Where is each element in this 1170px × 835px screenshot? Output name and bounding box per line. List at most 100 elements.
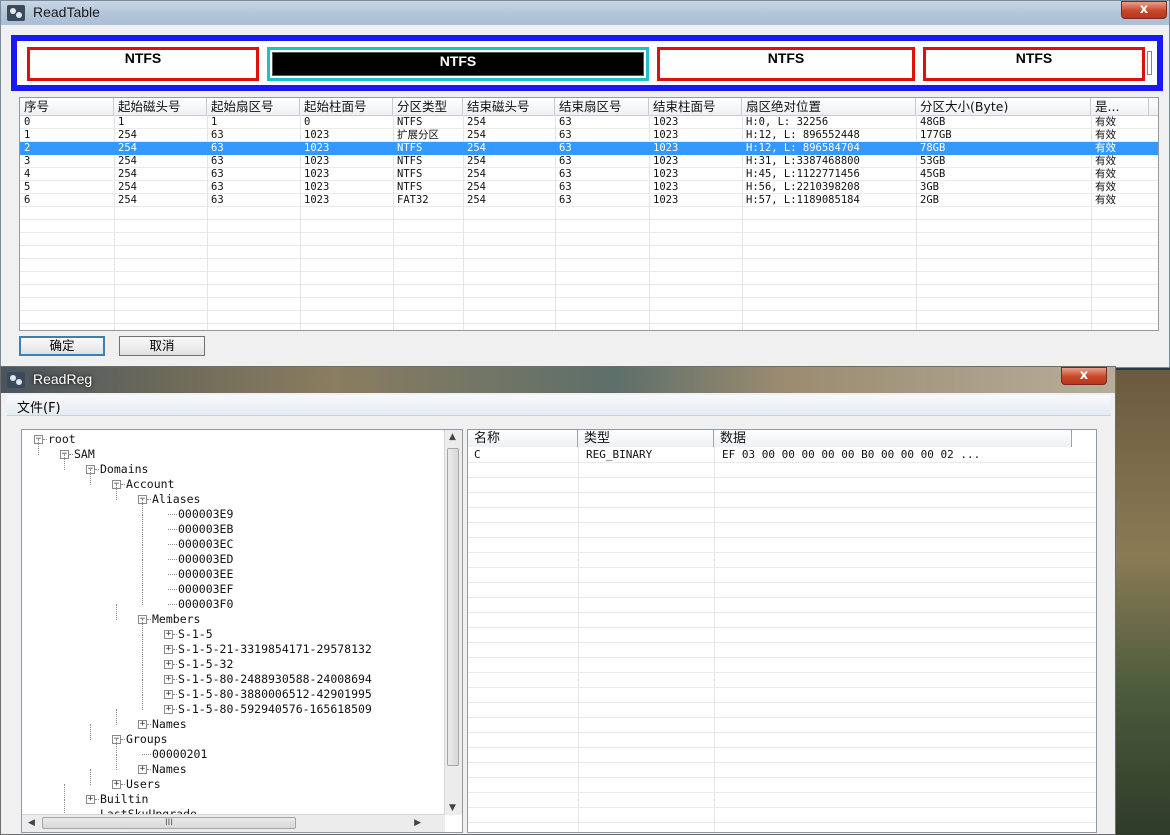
expand-toggle-icon[interactable]: +: [164, 690, 173, 699]
table-cell: 有效: [1095, 194, 1116, 206]
column-header[interactable]: 分区类型: [393, 98, 463, 115]
tree-node[interactable]: root: [48, 432, 76, 447]
table-row[interactable]: 5 254 63 1023 NTFS 254 63 1023 H:56, L:221039820…: [20, 181, 1158, 194]
scroll-right-arrow-icon[interactable]: ▶: [414, 818, 421, 828]
scroll-up-arrow-icon[interactable]: ▲: [449, 432, 456, 442]
expand-toggle-icon[interactable]: +: [164, 660, 173, 669]
table-row[interactable]: 3 254 63 1023 NTFS 254 63 1023 H:31, L:338746880…: [20, 155, 1158, 168]
registry-tree[interactable]: − root − SAM − Domains − Account − Aliases 000003E…: [21, 429, 463, 833]
tree-node[interactable]: 000003EB: [178, 522, 233, 537]
column-header[interactable]: 起始磁头号: [114, 98, 207, 115]
partition-block[interactable]: NTFS: [27, 47, 259, 81]
tree-node[interactable]: 000003E9: [178, 507, 233, 522]
partition-block[interactable]: NTFS: [923, 47, 1145, 81]
readreg-titlebar[interactable]: ReadReg x: [1, 367, 1115, 393]
table-cell: 63: [559, 129, 572, 141]
table-row[interactable]: 2 254 63 1023 NTFS 254 63 1023 H:12, L: 89658470…: [20, 142, 1158, 155]
tree-node[interactable]: 000003EC: [178, 537, 233, 552]
close-button[interactable]: x: [1061, 367, 1107, 385]
scroll-thumb[interactable]: III: [42, 817, 296, 829]
tree-connector: [168, 604, 177, 606]
close-button[interactable]: x: [1121, 1, 1167, 19]
tree-connector: [142, 544, 144, 560]
column-header[interactable]: 起始柱面号: [300, 98, 393, 115]
tree-node[interactable]: Groups: [126, 732, 168, 747]
tree-connector: [142, 619, 144, 635]
list-cell[interactable]: C: [474, 448, 481, 462]
menu-file[interactable]: 文件(F): [17, 397, 61, 416]
table-cell: 1: [24, 129, 31, 141]
tree-node[interactable]: S-1-5-80-2488930588-24008694: [178, 672, 372, 687]
partition-block-selected[interactable]: NTFS: [267, 47, 649, 81]
column-header[interactable]: 结束磁头号: [463, 98, 555, 115]
expand-toggle-icon[interactable]: +: [112, 780, 121, 789]
expand-toggle-icon[interactable]: +: [164, 675, 173, 684]
expand-toggle-icon[interactable]: +: [164, 645, 173, 654]
column-header[interactable]: 名称: [468, 430, 578, 447]
column-header[interactable]: 结束柱面号: [649, 98, 742, 115]
tree-node[interactable]: S-1-5-80-3880006512-42901995: [178, 687, 372, 702]
table-cell: 254: [118, 168, 137, 180]
tree-connector: [168, 544, 177, 546]
column-header[interactable]: 序号: [20, 98, 114, 115]
column-header[interactable]: 是...: [1091, 98, 1149, 115]
tree-node[interactable]: Names: [152, 762, 187, 777]
column-header[interactable]: 起始扇区号: [207, 98, 300, 115]
tree-connector: [142, 664, 144, 680]
scroll-thumb[interactable]: [447, 448, 459, 766]
list-row-line: [468, 477, 1096, 478]
tree-connector: [116, 604, 118, 620]
partition-block[interactable]: [1147, 51, 1152, 75]
tree-node[interactable]: Account: [126, 477, 174, 492]
tree-node[interactable]: S-1-5-80-592940576-165618509: [178, 702, 372, 717]
tree-node[interactable]: S-1-5: [178, 627, 213, 642]
tree-node[interactable]: Users: [126, 777, 161, 792]
list-column-line: [714, 447, 715, 832]
tree-node[interactable]: Aliases: [152, 492, 200, 507]
tree-node[interactable]: S-1-5-21-3319854171-29578132: [178, 642, 372, 657]
column-header[interactable]: 数据: [714, 430, 1072, 447]
table-cell: 有效: [1095, 116, 1116, 128]
tree-node[interactable]: 000003EE: [178, 567, 233, 582]
tree-node[interactable]: S-1-5-32: [178, 657, 233, 672]
list-cell[interactable]: EF 03 00 00 00 00 00 B0 00 00 00 02 ...: [722, 448, 980, 462]
table-row[interactable]: 6 254 63 1023 FAT32 254 63 1023 H:57, L:11890851…: [20, 194, 1158, 207]
column-header[interactable]: 结束扇区号: [555, 98, 649, 115]
expand-toggle-icon[interactable]: +: [138, 765, 147, 774]
tree-node[interactable]: Names: [152, 717, 187, 732]
readtable-titlebar[interactable]: ReadTable x: [1, 1, 1169, 25]
tree-node[interactable]: Builtin: [100, 792, 148, 807]
tree-node[interactable]: SAM: [74, 447, 95, 462]
table-row[interactable]: 4 254 63 1023 NTFS 254 63 1023 H:45, L:112277145…: [20, 168, 1158, 181]
cancel-button[interactable]: 取消: [119, 336, 205, 356]
tree-connector: [142, 589, 144, 605]
column-header[interactable]: 类型: [578, 430, 714, 447]
expand-toggle-icon[interactable]: +: [164, 630, 173, 639]
tree-node[interactable]: 000003F0: [178, 597, 233, 612]
tree-connector: [142, 559, 144, 575]
table-row[interactable]: 0 1 1 0 NTFS 254 63 1023 H:0, L: 32256 48GB 有效: [20, 116, 1158, 129]
expand-toggle-icon[interactable]: +: [138, 720, 147, 729]
table-cell: NTFS: [397, 116, 423, 128]
tree-node[interactable]: 00000201: [152, 747, 207, 762]
list-row-line: [468, 582, 1096, 583]
tree-connector: [121, 484, 125, 486]
table-cell: 53GB: [920, 155, 946, 167]
ok-button[interactable]: 确定: [19, 336, 105, 356]
column-header[interactable]: 分区大小(Byte): [916, 98, 1091, 115]
tree-node[interactable]: Members: [152, 612, 200, 627]
expand-toggle-icon[interactable]: +: [86, 795, 95, 804]
partition-block[interactable]: NTFS: [657, 47, 915, 81]
list-cell[interactable]: REG_BINARY: [586, 448, 652, 462]
table-cell: 1023: [304, 142, 330, 154]
scroll-down-arrow-icon[interactable]: ▼: [449, 803, 456, 813]
expand-toggle-icon[interactable]: +: [164, 705, 173, 714]
tree-node[interactable]: Domains: [100, 462, 148, 477]
tree-vertical-scrollbar[interactable]: ▲ ▼: [444, 430, 462, 815]
table-row[interactable]: 1 254 63 1023 扩展分区 254 63 1023 H:12, L: 89655244…: [20, 129, 1158, 142]
tree-node[interactable]: 000003EF: [178, 582, 233, 597]
tree-horizontal-scrollbar[interactable]: ◀ III ▶: [22, 814, 445, 832]
tree-node[interactable]: 000003ED: [178, 552, 233, 567]
scroll-left-arrow-icon[interactable]: ◀: [28, 818, 35, 828]
column-header[interactable]: 扇区绝对位置: [742, 98, 916, 115]
